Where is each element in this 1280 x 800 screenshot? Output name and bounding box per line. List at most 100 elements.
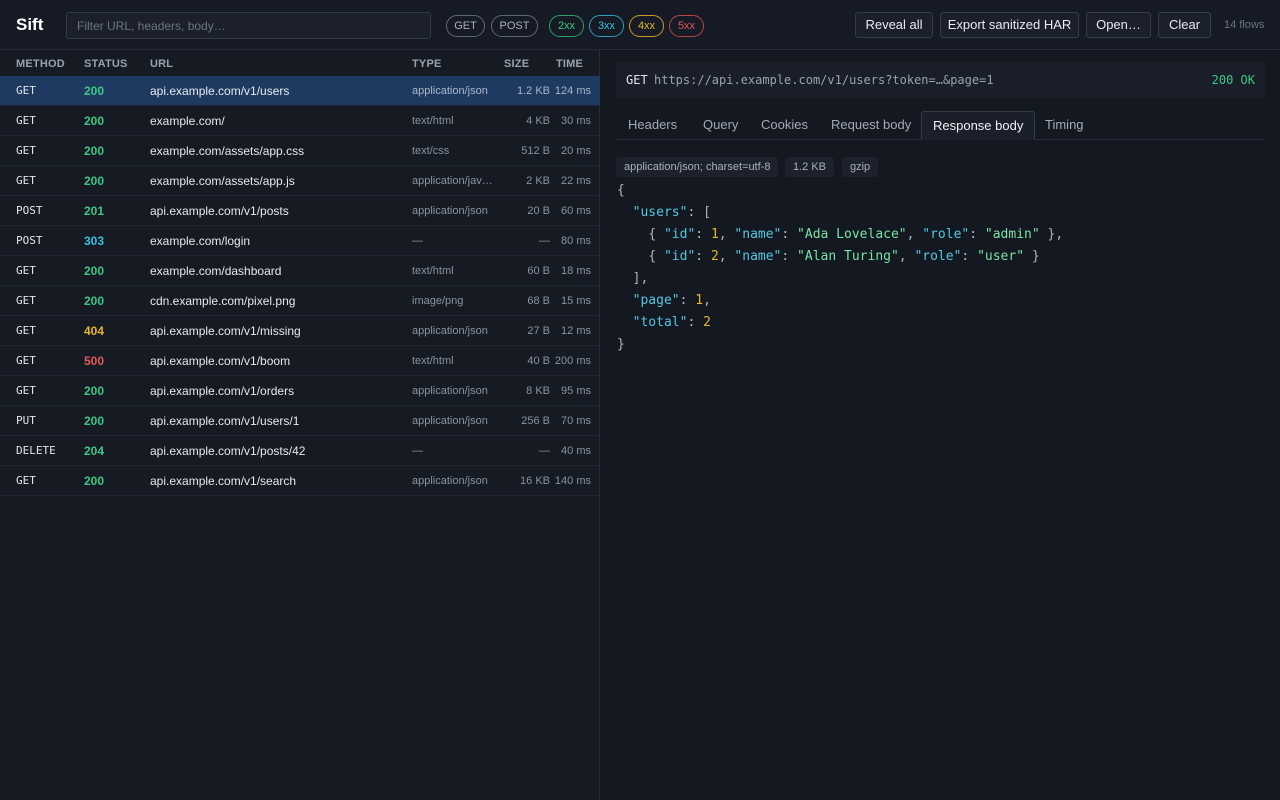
row-method: GET — [16, 174, 36, 187]
content-type-badge: application/json; charset=utf-8 — [616, 157, 779, 177]
row-size: 8 KB — [526, 385, 550, 397]
row-time: 80 ms — [561, 235, 591, 247]
row-status: 201 — [84, 204, 105, 218]
row-time: 22 ms — [561, 175, 591, 187]
row-status: 500 — [84, 354, 105, 368]
row-method: GET — [16, 114, 36, 127]
row-size: 68 B — [527, 295, 550, 307]
row-time: 60 ms — [561, 205, 591, 217]
table-row[interactable]: GET 200 api.example.com/v1/users applicatio… — [0, 76, 600, 106]
tab-cookies[interactable]: Cookies — [750, 111, 819, 140]
column-header-type[interactable]: TYPE — [412, 58, 442, 70]
row-method: GET — [16, 144, 36, 157]
flows-list: METHOD STATUS URL TYPE SIZE TIME GET 200 a… — [0, 50, 600, 800]
row-url: api.example.com/v1/users — [150, 84, 290, 98]
filter-method-get[interactable]: GET — [446, 15, 485, 37]
flow-count: 14 flows — [1224, 19, 1265, 31]
row-method: GET — [16, 324, 36, 337]
row-status: 200 — [84, 474, 105, 488]
filter-status-3xx[interactable]: 3xx — [589, 15, 624, 37]
row-type: application/json — [412, 205, 488, 217]
row-time: 12 ms — [561, 325, 591, 337]
row-url: api.example.com/v1/boom — [150, 354, 291, 368]
column-header-time[interactable]: TIME — [556, 58, 583, 70]
table-row[interactable]: POST 201 api.example.com/v1/posts applicati… — [0, 196, 600, 226]
filter-method-post[interactable]: POST — [491, 15, 538, 37]
row-method: GET — [16, 84, 36, 97]
row-method: GET — [16, 474, 36, 487]
table-row[interactable]: GET 200 example.com/assets/app.js applicati… — [0, 166, 600, 196]
row-url: example.com/ — [150, 114, 225, 128]
table-row[interactable]: GET 500 api.example.com/v1/boom text/html 40… — [0, 346, 600, 376]
row-time: 140 ms — [554, 475, 591, 487]
detail-tabs: Headers Query Cookies Request body Respo… — [616, 111, 1265, 140]
row-time: 40 ms — [561, 445, 591, 457]
request-url: https://api.example.com/v1/users?token=…… — [654, 73, 994, 87]
tab-timing[interactable]: Timing — [1034, 111, 1095, 140]
row-time: 30 ms — [561, 115, 591, 127]
row-type: text/css — [412, 145, 450, 157]
filter-status-2xx[interactable]: 2xx — [549, 15, 584, 37]
filter-status-5xx[interactable]: 5xx — [669, 15, 704, 37]
table-row[interactable]: GET 200 api.example.com/v1/orders applicati… — [0, 376, 600, 406]
row-size: 20 B — [527, 205, 550, 217]
table-row[interactable]: GET 200 cdn.example.com/pixel.png image/png… — [0, 286, 600, 316]
row-status: 200 — [84, 84, 105, 98]
row-type: application/json — [412, 385, 488, 397]
row-status: 200 — [84, 414, 105, 428]
row-size: 27 B — [527, 325, 550, 337]
column-header-method[interactable]: METHOD — [16, 58, 65, 70]
content-size-badge: 1.2 KB — [785, 157, 835, 177]
row-size: — — [539, 235, 550, 247]
row-status: 200 — [84, 384, 105, 398]
table-row[interactable]: GET 200 example.com/dashboard text/html 60 B… — [0, 256, 600, 286]
code-line: { "id": 1, "name": "Ada Lovelace", "role… — [648, 227, 1064, 242]
row-status: 200 — [84, 174, 105, 188]
row-url: api.example.com/v1/missing — [150, 324, 301, 338]
row-url: api.example.com/v1/posts/42 — [150, 444, 306, 458]
table-row[interactable]: GET 200 example.com/assets/app.css text/css… — [0, 136, 600, 166]
row-status: 200 — [84, 114, 105, 128]
row-status: 200 — [84, 294, 105, 308]
row-status: 200 — [84, 264, 105, 278]
row-status: 204 — [84, 444, 105, 458]
row-method: GET — [16, 294, 36, 307]
table-row[interactable]: POST 303 example.com/login — — 80 ms — [0, 226, 600, 256]
row-type: text/html — [412, 265, 454, 277]
row-url: api.example.com/v1/search — [150, 474, 297, 488]
table-row[interactable]: DELETE 204 api.example.com/v1/posts/42 — — 40… — [0, 436, 600, 466]
reveal-all-button[interactable]: Reveal all — [855, 12, 933, 38]
filter-input[interactable] — [66, 12, 431, 39]
row-size: 40 B — [527, 355, 550, 367]
tab-response-body[interactable]: Response body — [921, 111, 1036, 140]
row-time: 15 ms — [561, 295, 591, 307]
table-row[interactable]: GET 200 api.example.com/v1/search applicati… — [0, 466, 600, 496]
row-method: DELETE — [16, 444, 56, 457]
row-status: 303 — [84, 234, 105, 248]
flow-detail: GET https://api.example.com/v1/users?tok… — [601, 50, 1280, 800]
column-header-url[interactable]: URL — [150, 58, 173, 70]
row-type: application/json — [412, 85, 488, 97]
row-time: 18 ms — [561, 265, 591, 277]
code-line: "page": 1, — [632, 293, 711, 308]
code-line: { — [617, 183, 625, 198]
open-button[interactable]: Open… — [1086, 12, 1151, 38]
row-size: 256 B — [521, 415, 550, 427]
row-method: POST — [16, 234, 43, 247]
row-size: 512 B — [521, 145, 550, 157]
tab-query[interactable]: Query — [692, 111, 749, 140]
table-row[interactable]: GET 200 example.com/text/html 4 KB 30 ms — [0, 106, 600, 136]
tab-request-body[interactable]: Request body — [820, 111, 922, 140]
column-header-status[interactable]: STATUS — [84, 58, 128, 70]
row-method: PUT — [16, 414, 36, 427]
flows-rows: GET 200 api.example.com/v1/users applicatio… — [0, 76, 600, 496]
export-har-button[interactable]: Export sanitized HAR — [940, 12, 1079, 38]
clear-button[interactable]: Clear — [1158, 12, 1211, 38]
table-row[interactable]: GET 404 api.example.com/v1/missing applicat… — [0, 316, 600, 346]
filter-status-4xx[interactable]: 4xx — [629, 15, 664, 37]
tab-headers[interactable]: Headers — [617, 111, 688, 140]
row-type: — — [412, 445, 423, 457]
row-type: — — [412, 235, 423, 247]
column-header-size[interactable]: SIZE — [504, 58, 529, 70]
table-row[interactable]: PUT 200 api.example.com/v1/users/1 applicat… — [0, 406, 600, 436]
